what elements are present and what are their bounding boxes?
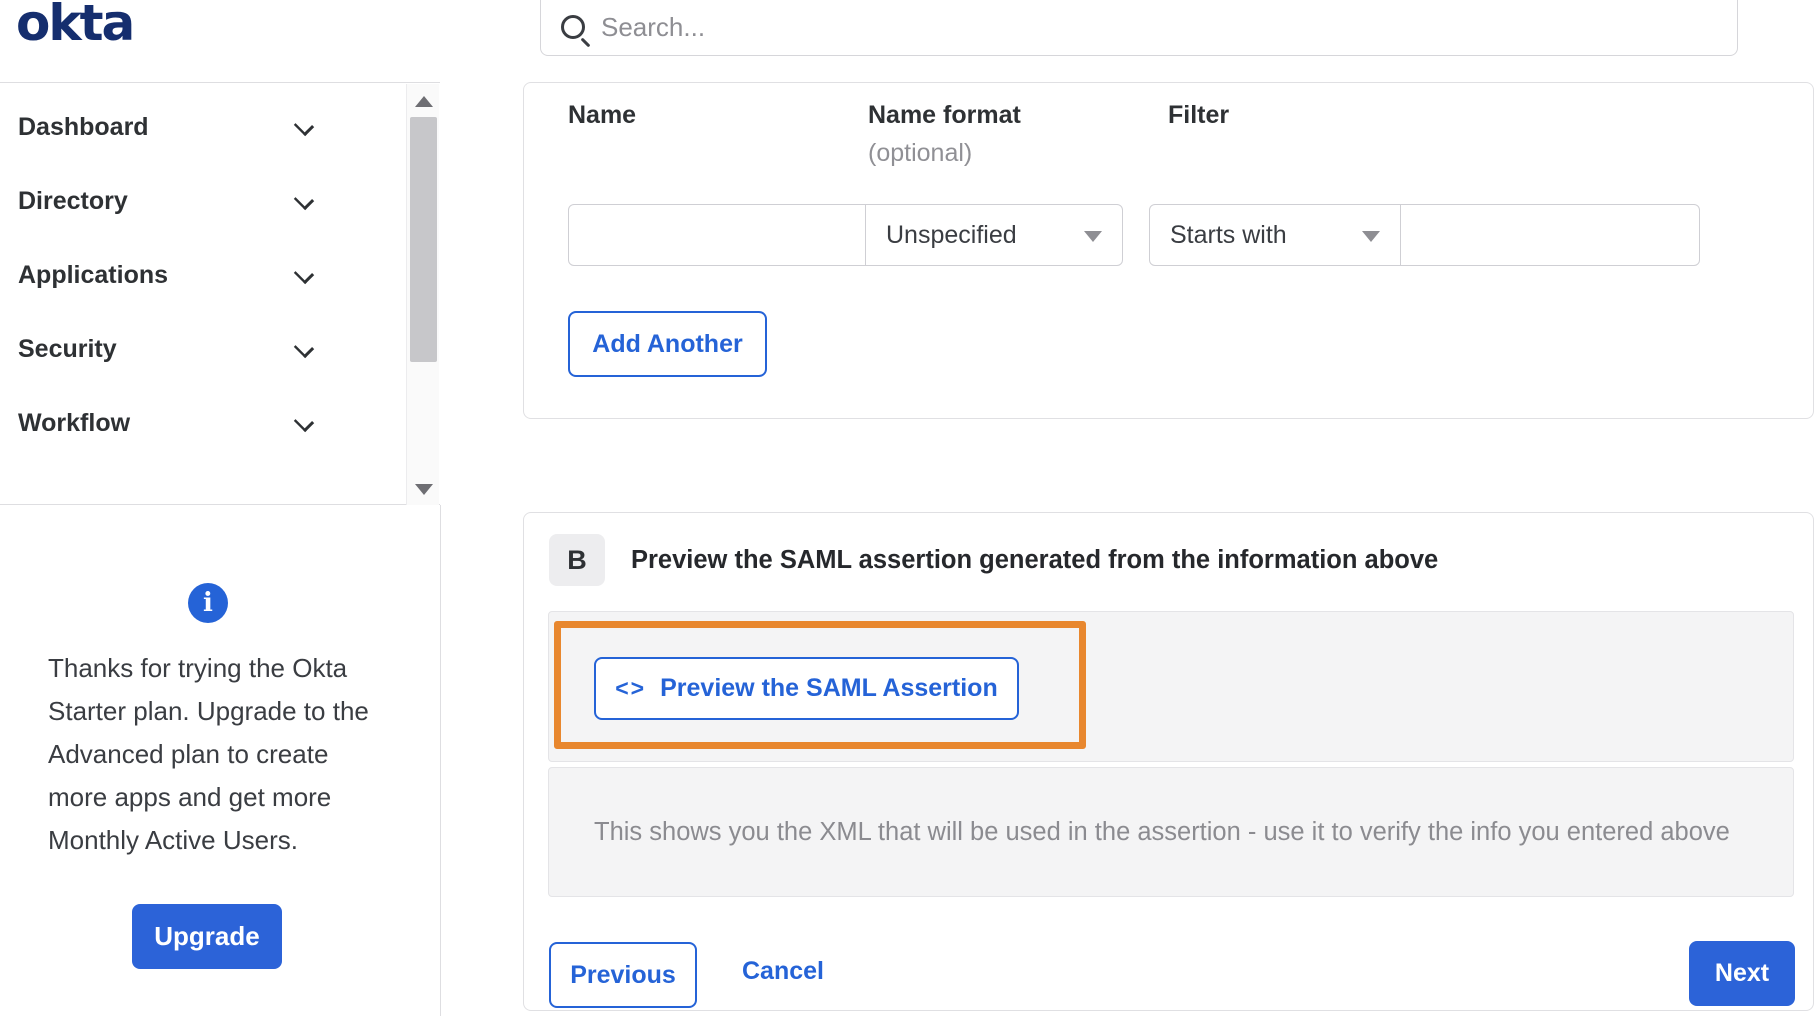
previous-button[interactable]: Previous xyxy=(549,942,697,1008)
upsell-message: Thanks for trying the Okta Starter plan.… xyxy=(48,653,369,855)
sidebar-item-label: Security xyxy=(18,334,117,363)
sidebar-scrollbar[interactable] xyxy=(406,84,439,505)
sidebar-item-directory[interactable]: Directory xyxy=(0,173,400,229)
name-format-select[interactable]: Unspecified xyxy=(865,204,1123,266)
sidebar-item-workflow[interactable]: Workflow xyxy=(0,395,400,451)
preview-saml-assertion-button[interactable]: <> Preview the SAML Assertion xyxy=(594,657,1019,720)
search-icon xyxy=(561,15,585,39)
scroll-up-arrow-icon[interactable] xyxy=(415,96,433,107)
preview-assertion-panel: B Preview the SAML assertion generated f… xyxy=(523,512,1814,1011)
sidebar-item-label: Dashboard xyxy=(18,112,149,141)
chevron-down-icon xyxy=(293,115,315,137)
attribute-statements-panel: Name Name format (optional) Filter Unspe… xyxy=(523,82,1814,419)
preview-saml-assertion-button-label: Preview the SAML Assertion xyxy=(660,674,998,702)
sidebar-item-security[interactable]: Security xyxy=(0,321,400,377)
preview-helper-area: This shows you the XML that will be used… xyxy=(548,767,1794,897)
sidebar-item-label: Workflow xyxy=(18,408,131,437)
info-icon: i xyxy=(188,583,228,623)
upgrade-button[interactable]: Upgrade xyxy=(132,904,282,969)
add-another-button[interactable]: Add Another xyxy=(568,311,767,377)
scrollbar-thumb[interactable] xyxy=(410,117,437,362)
plan-upsell-panel: i Thanks for trying the Okta Starter pla… xyxy=(0,505,441,1016)
global-search[interactable] xyxy=(540,0,1738,56)
preview-button-area: <> Preview the SAML Assertion xyxy=(548,611,1794,762)
sidebar-nav: Dashboard Directory Applications Securit… xyxy=(0,82,440,505)
attribute-name-input[interactable] xyxy=(568,204,866,266)
name-format-select-value: Unspecified xyxy=(886,220,1017,249)
sidebar-item-applications[interactable]: Applications xyxy=(0,247,400,303)
sidebar-item-label: Applications xyxy=(18,260,169,289)
name-format-column-label: Name format xyxy=(868,101,1021,129)
next-button[interactable]: Next xyxy=(1689,941,1795,1006)
okta-logo: okta xyxy=(16,0,135,52)
step-b-badge: B xyxy=(549,534,605,586)
preview-helper-text: This shows you the XML that will be used… xyxy=(594,818,1730,846)
dropdown-arrow-icon xyxy=(1084,231,1102,242)
search-input[interactable] xyxy=(601,11,1651,43)
sidebar-item-dashboard[interactable]: Dashboard xyxy=(0,99,400,155)
chevron-down-icon xyxy=(293,411,315,433)
chevron-down-icon xyxy=(293,337,315,359)
code-icon: <> xyxy=(615,675,647,701)
dropdown-arrow-icon xyxy=(1362,231,1380,242)
filter-column-label: Filter xyxy=(1168,101,1230,129)
scroll-down-arrow-icon[interactable] xyxy=(415,484,433,495)
sidebar-item-label: Directory xyxy=(18,186,128,215)
chevron-down-icon xyxy=(293,189,315,211)
chevron-down-icon xyxy=(293,263,315,285)
cancel-button[interactable]: Cancel xyxy=(742,957,824,986)
okta-admin-screen: okta Dashboard Directory Applications Se… xyxy=(0,0,1818,1016)
filter-type-select[interactable]: Starts with xyxy=(1149,204,1401,266)
filter-type-select-value: Starts with xyxy=(1170,220,1287,249)
preview-section-title: Preview the SAML assertion generated fro… xyxy=(631,546,1439,574)
name-column-label: Name xyxy=(568,101,637,129)
name-format-optional-label: (optional) xyxy=(868,139,973,167)
filter-value-input[interactable] xyxy=(1400,204,1700,266)
